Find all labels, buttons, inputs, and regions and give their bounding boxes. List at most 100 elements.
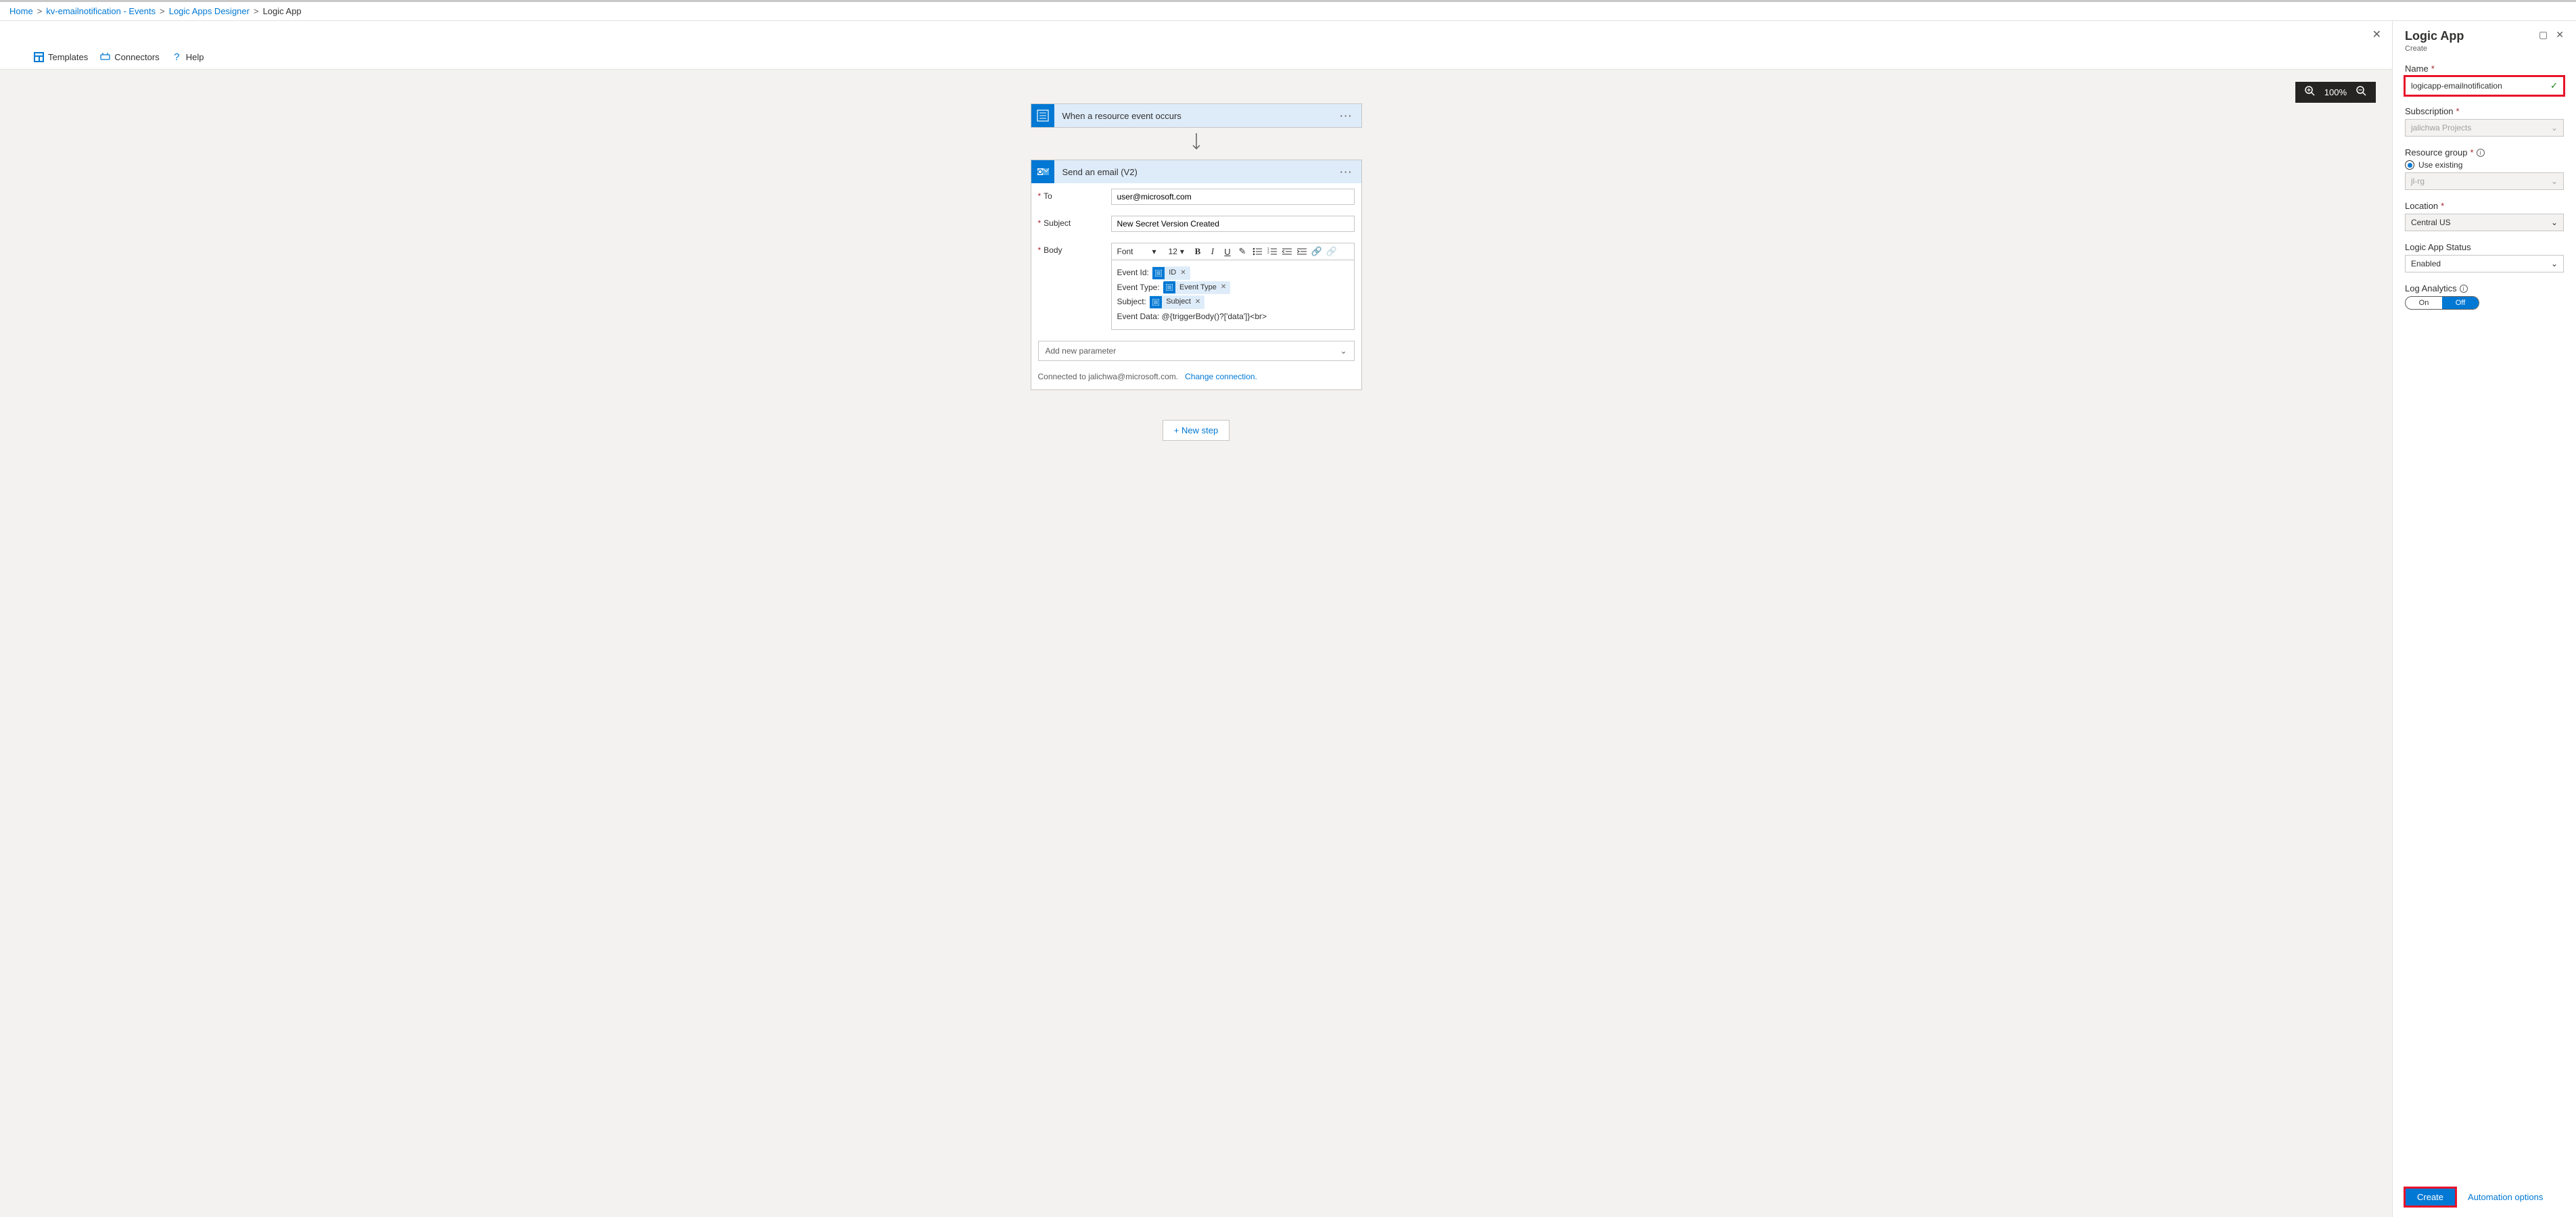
help-button[interactable]: ? Help [172,52,204,62]
restore-icon[interactable]: ▢ [2539,29,2548,41]
chevron-right-icon: > [37,6,43,16]
token-subject[interactable]: Subject ✕ [1150,295,1204,309]
status-select[interactable]: Enabled ⌄ [2405,255,2564,272]
subscription-select[interactable]: jalichwa Projects ⌄ [2405,119,2564,137]
location-value: Central US [2411,218,2451,227]
location-select[interactable]: Central US ⌄ [2405,214,2564,231]
change-connection-link[interactable]: Change connection. [1185,372,1257,381]
send-email-node: Send an email (V2) ··· *To *Subject [1031,160,1362,390]
log-analytics-toggle[interactable]: On Off [2405,296,2479,310]
action-title: Send an email (V2) [1054,167,1332,177]
arrow-down-icon [1192,133,1201,154]
chevron-down-icon: ▾ [1180,247,1184,256]
edit-button[interactable]: ✎ [1236,243,1249,260]
indent-button[interactable] [1295,243,1309,260]
underline-button[interactable]: U [1221,243,1234,260]
rich-text-toolbar: Font ▾ 12 ▾ B I U ✎ 12 [1111,243,1355,260]
svg-text:2: 2 [1267,251,1269,255]
breadcrumb: Home > kv-emailnotification - Events > L… [0,2,2576,21]
info-icon[interactable]: i [2477,149,2485,157]
trigger-node[interactable]: When a resource event occurs ··· [1031,103,1362,128]
italic-button[interactable]: I [1206,243,1219,260]
token-id[interactable]: ID ✕ [1152,266,1190,280]
close-icon[interactable]: ✕ [2372,28,2381,41]
name-label: Name * [2405,64,2564,74]
chevron-down-icon: ⌄ [2551,218,2558,227]
body-l3-label: Subject: [1117,297,1146,306]
breadcrumb-designer[interactable]: Logic Apps Designer [169,6,250,16]
zoom-out-icon[interactable] [2356,86,2366,99]
new-step-button[interactable]: + New step [1163,420,1230,441]
status-label: Logic App Status [2405,242,2564,252]
chevron-down-icon: ▾ [1136,247,1156,256]
unlink-button[interactable]: 🔗 [1325,243,1338,260]
outdent-button[interactable] [1280,243,1294,260]
trigger-title: When a resource event occurs [1054,111,1332,121]
event-grid-icon [1163,281,1175,293]
token-label: Event Type [1175,281,1221,295]
action-header[interactable]: Send an email (V2) ··· [1031,160,1361,183]
status-value: Enabled [2411,259,2441,268]
remove-token-icon[interactable]: ✕ [1195,296,1204,308]
create-logic-app-panel: Logic App Create ▢ ✕ Name * logicapp-ema… [2392,21,2576,1217]
name-input[interactable]: logicapp-emailnotification ✓ [2405,76,2564,95]
subscription-label: Subscription * [2405,106,2564,116]
chevron-right-icon: > [160,6,165,16]
rg-option-label: Use existing [2418,160,2462,170]
connectors-icon [100,52,110,62]
link-button[interactable]: 🔗 [1310,243,1324,260]
panel-title: Logic App [2405,29,2464,43]
designer-canvas[interactable]: 100% When a resource event occurs ·· [0,70,2392,1217]
rg-use-existing-radio[interactable]: Use existing [2405,160,2564,170]
toggle-off: Off [2442,297,2479,309]
add-parameter-dropdown[interactable]: Add new parameter ⌄ [1038,341,1355,361]
more-icon[interactable]: ··· [1332,167,1361,177]
name-value: logicapp-emailnotification [2411,81,2502,91]
breadcrumb-kv-events[interactable]: kv-emailnotification - Events [46,6,156,16]
outlook-icon [1031,160,1054,183]
location-label: Location * [2405,201,2564,211]
add-param-label: Add new parameter [1046,346,1117,356]
designer-toolbar: Templates Connectors ? Help [0,45,2392,70]
create-button[interactable]: Create [2405,1188,2456,1206]
close-icon[interactable]: ✕ [2556,29,2564,41]
size-select[interactable]: 12 ▾ [1163,244,1190,259]
more-icon[interactable]: ··· [1332,111,1361,121]
chevron-down-icon: ⌄ [2551,123,2558,133]
remove-token-icon[interactable]: ✕ [1221,281,1230,293]
subscription-value: jalichwa Projects [2411,123,2471,133]
to-label: *To [1038,189,1111,201]
font-select[interactable]: Font ▾ [1112,244,1162,259]
templates-label: Templates [48,52,88,62]
body-l4: Event Data: @{triggerBody()?['data']}<br… [1117,310,1349,325]
event-grid-icon [1150,296,1162,308]
log-analytics-label: Log Analytics i [2405,283,2564,293]
subject-input[interactable] [1111,216,1355,232]
subject-label: *Subject [1038,216,1111,228]
zoom-in-icon[interactable] [2305,86,2315,99]
help-label: Help [186,52,204,62]
check-icon: ✓ [2550,80,2558,91]
chevron-down-icon: ⌄ [1340,346,1346,356]
rg-select[interactable]: jl-rg ⌄ [2405,172,2564,190]
breadcrumb-home[interactable]: Home [9,6,33,16]
rg-label: Resource group * i [2405,147,2564,158]
templates-button[interactable]: Templates [34,52,88,62]
chevron-right-icon: > [254,6,259,16]
token-label: ID [1165,266,1180,280]
body-editor[interactable]: Event Id: ID ✕ Event Type: [1111,260,1355,330]
token-event-type[interactable]: Event Type ✕ [1163,281,1230,295]
body-l2-label: Event Type: [1117,283,1160,292]
connectors-label: Connectors [114,52,159,62]
event-grid-icon [1152,267,1165,279]
bullet-list-button[interactable] [1250,243,1264,260]
body-label: *Body [1038,243,1111,255]
info-icon[interactable]: i [2460,285,2468,293]
connectors-button[interactable]: Connectors [100,52,159,62]
to-input[interactable] [1111,189,1355,205]
token-label: Subject [1162,295,1195,309]
remove-token-icon[interactable]: ✕ [1180,267,1190,279]
bold-button[interactable]: B [1191,243,1204,260]
number-list-button[interactable]: 12 [1265,243,1279,260]
automation-options-link[interactable]: Automation options [2468,1192,2543,1202]
